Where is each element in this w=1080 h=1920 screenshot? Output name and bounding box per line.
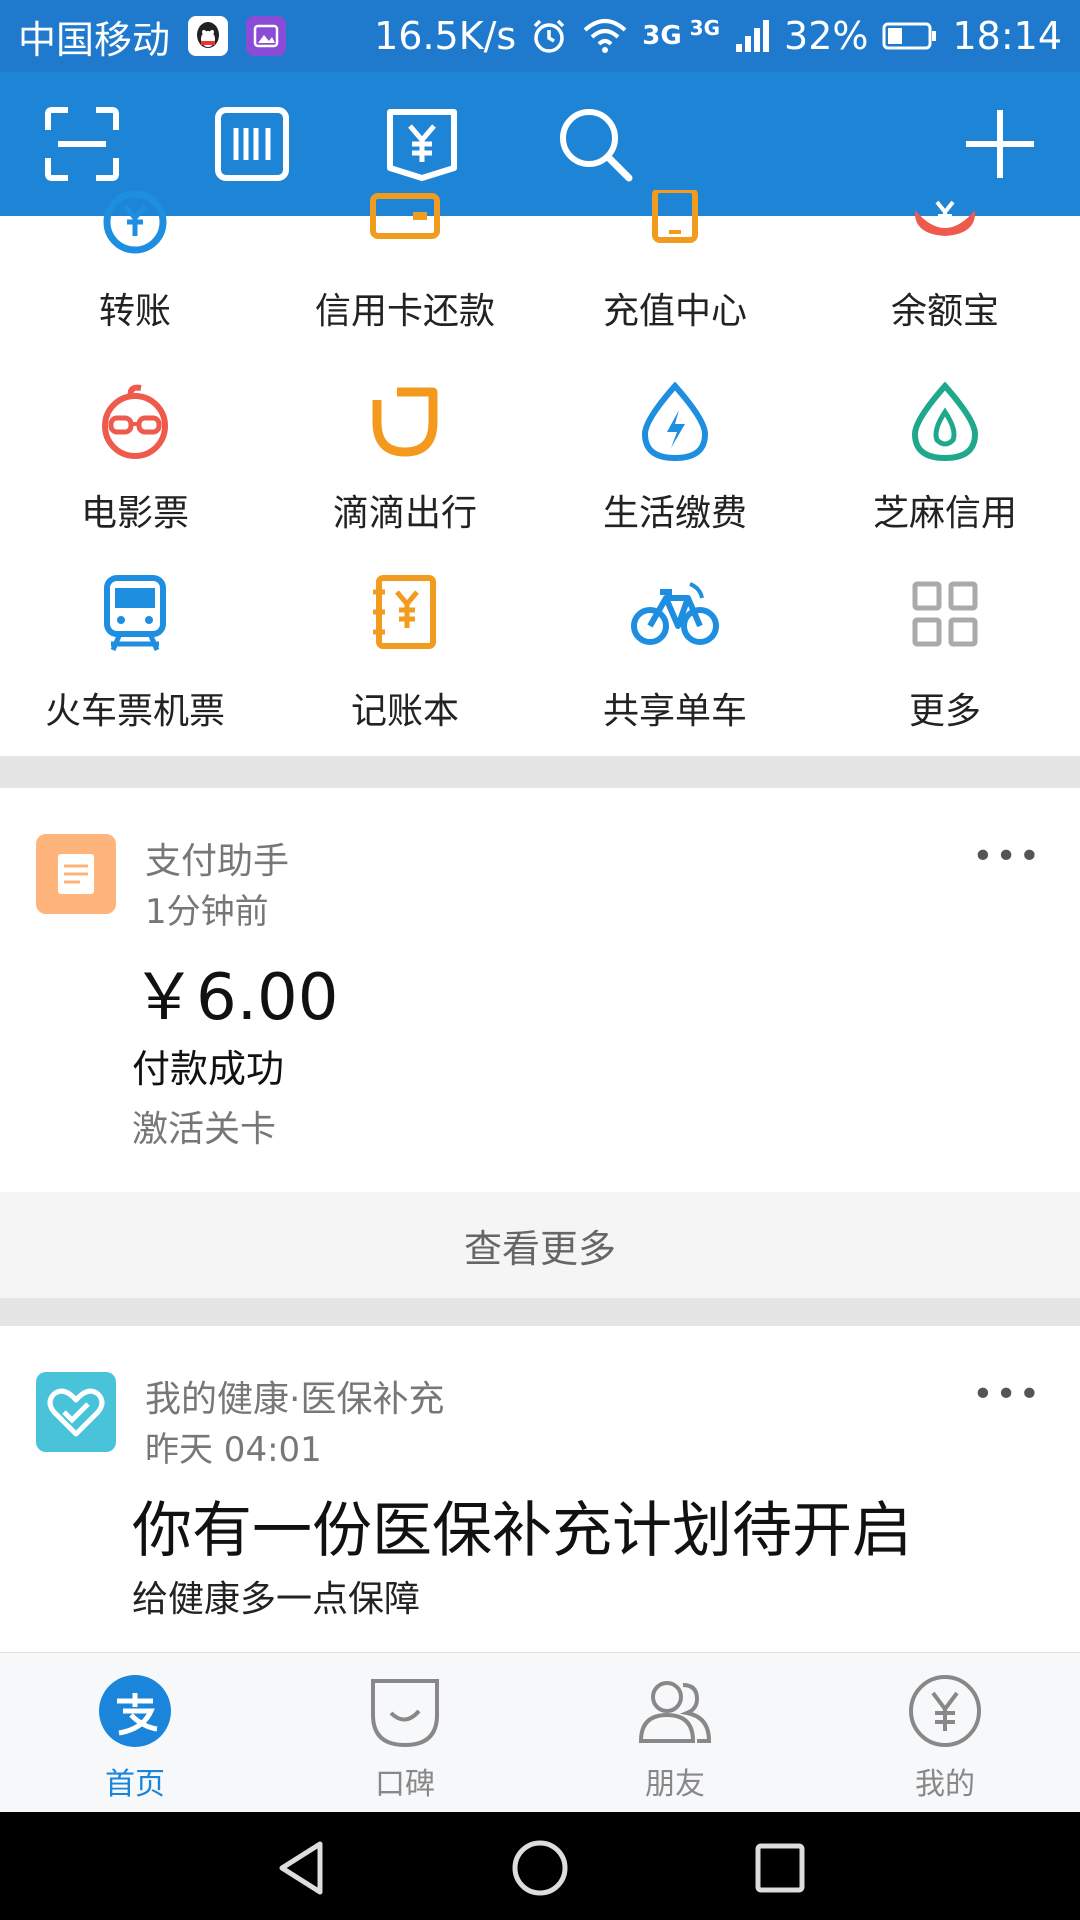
alipay-home-icon — [99, 1675, 171, 1747]
bike-icon — [631, 582, 719, 645]
scan-icon[interactable] — [42, 104, 122, 184]
recents-icon[interactable] — [750, 1838, 810, 1898]
network-speed: 16.5K/s — [374, 14, 517, 58]
add-icon[interactable] — [960, 104, 1040, 184]
health-insurance-card[interactable]: 我的健康·医保补充 昨天 04:01 ••• 你有一份医保补充计划待开启 给健康… — [0, 1326, 1080, 1652]
credit-card-icon — [370, 193, 440, 239]
ledger-icon — [373, 575, 436, 649]
payment-assistant-card[interactable]: 支付助手 1分钟前 ••• ￥6.00 付款成功 激活关卡 — [0, 788, 1080, 1192]
network-type-2: 3G — [689, 16, 721, 40]
payment-assistant-icon — [36, 834, 116, 914]
yuan-me-icon — [909, 1675, 981, 1747]
payment-status: 付款成功 — [132, 1047, 285, 1091]
qq-notification-icon — [188, 16, 229, 56]
home-circle-icon[interactable] — [510, 1838, 570, 1898]
payment-amount: ￥6.00 — [132, 961, 339, 1035]
utility-icon — [641, 382, 709, 462]
tab-koubei[interactable]: 口碑 — [270, 1671, 540, 1813]
status-bar: 中国移动 16.5K/s 3G 3G 32% 18:14 — [0, 0, 1080, 72]
service-grid: 转账 信用卡还款 充值中心 余额宝 电影票 滴滴出行 生活缴费 芝麻信用 火车票… — [0, 190, 1080, 756]
didi-icon — [367, 386, 438, 457]
system-nav-bar — [0, 1812, 1080, 1920]
card-package-icon[interactable] — [382, 104, 462, 184]
gallery-notification-icon — [246, 16, 287, 56]
search-icon[interactable] — [555, 104, 635, 184]
battery-icon — [882, 22, 937, 50]
grid-item-yuebao[interactable]: 余额宝 — [810, 200, 1080, 408]
health-card-subtitle: 给健康多一点保障 — [132, 1579, 421, 1620]
phone-topup-icon — [652, 190, 698, 243]
grid-item-ledger[interactable]: 记账本 — [270, 575, 540, 782]
grid-item-more[interactable]: 更多 — [810, 581, 1080, 782]
movie-ticket-icon — [102, 384, 168, 459]
grid-item-transfer[interactable]: 转账 — [0, 190, 270, 408]
train-icon — [104, 575, 166, 651]
view-more-button[interactable]: 查看更多 — [0, 1192, 1080, 1298]
card-time: 昨天 04:01 — [145, 1430, 322, 1470]
payment-note: 激活关卡 — [132, 1109, 277, 1150]
tab-home[interactable]: 首页 — [0, 1671, 270, 1813]
back-icon[interactable] — [272, 1838, 332, 1898]
alipay-home-screen: 中国移动 16.5K/s 3G 3G 32% 18:14 转账 信用卡还款 充值… — [0, 0, 1080, 1920]
health-card-title: 你有一份医保补充计划待开启 — [132, 1496, 912, 1566]
signal-icon — [736, 20, 770, 52]
card-more-button[interactable]: ••• — [972, 1374, 1042, 1415]
transfer-icon — [103, 190, 167, 254]
card-source: 我的健康·医保补充 — [145, 1379, 445, 1420]
section-divider — [0, 756, 1080, 788]
grid-item-train[interactable]: 火车票机票 — [0, 575, 270, 782]
section-divider — [0, 1298, 1080, 1326]
card-source: 支付助手 — [145, 841, 290, 882]
friends-icon — [638, 1681, 712, 1743]
network-type-1: 3G — [642, 21, 682, 51]
grid-item-didi[interactable]: 滴滴出行 — [270, 386, 540, 584]
grid-item-credit-card[interactable]: 信用卡还款 — [270, 193, 540, 408]
koubei-icon — [371, 1679, 439, 1748]
pay-code-icon[interactable] — [212, 104, 292, 184]
battery-percent: 32% — [784, 14, 869, 58]
grid-item-sesame[interactable]: 芝麻信用 — [810, 382, 1080, 584]
bottom-tab-bar: 首页 口碑 朋友 我的 — [0, 1652, 1080, 1813]
wifi-icon — [583, 19, 627, 53]
sesame-credit-icon — [911, 382, 979, 462]
clock-time: 18:14 — [952, 14, 1062, 58]
carrier-name: 中国移动 — [18, 17, 171, 62]
yuebao-icon — [914, 200, 976, 236]
grid-item-movie[interactable]: 电影票 — [0, 384, 270, 584]
tab-me[interactable]: 我的 — [810, 1671, 1080, 1813]
tab-friends[interactable]: 朋友 — [540, 1671, 810, 1813]
grid-item-bike[interactable]: 共享单车 — [540, 582, 810, 782]
alarm-icon — [533, 19, 565, 53]
health-heart-icon — [36, 1372, 116, 1452]
grid-more-icon — [912, 581, 978, 647]
card-time: 1分钟前 — [145, 892, 269, 932]
grid-item-topup[interactable]: 充值中心 — [540, 190, 810, 408]
grid-item-utility[interactable]: 生活缴费 — [540, 382, 810, 584]
card-more-button[interactable]: ••• — [972, 836, 1042, 877]
